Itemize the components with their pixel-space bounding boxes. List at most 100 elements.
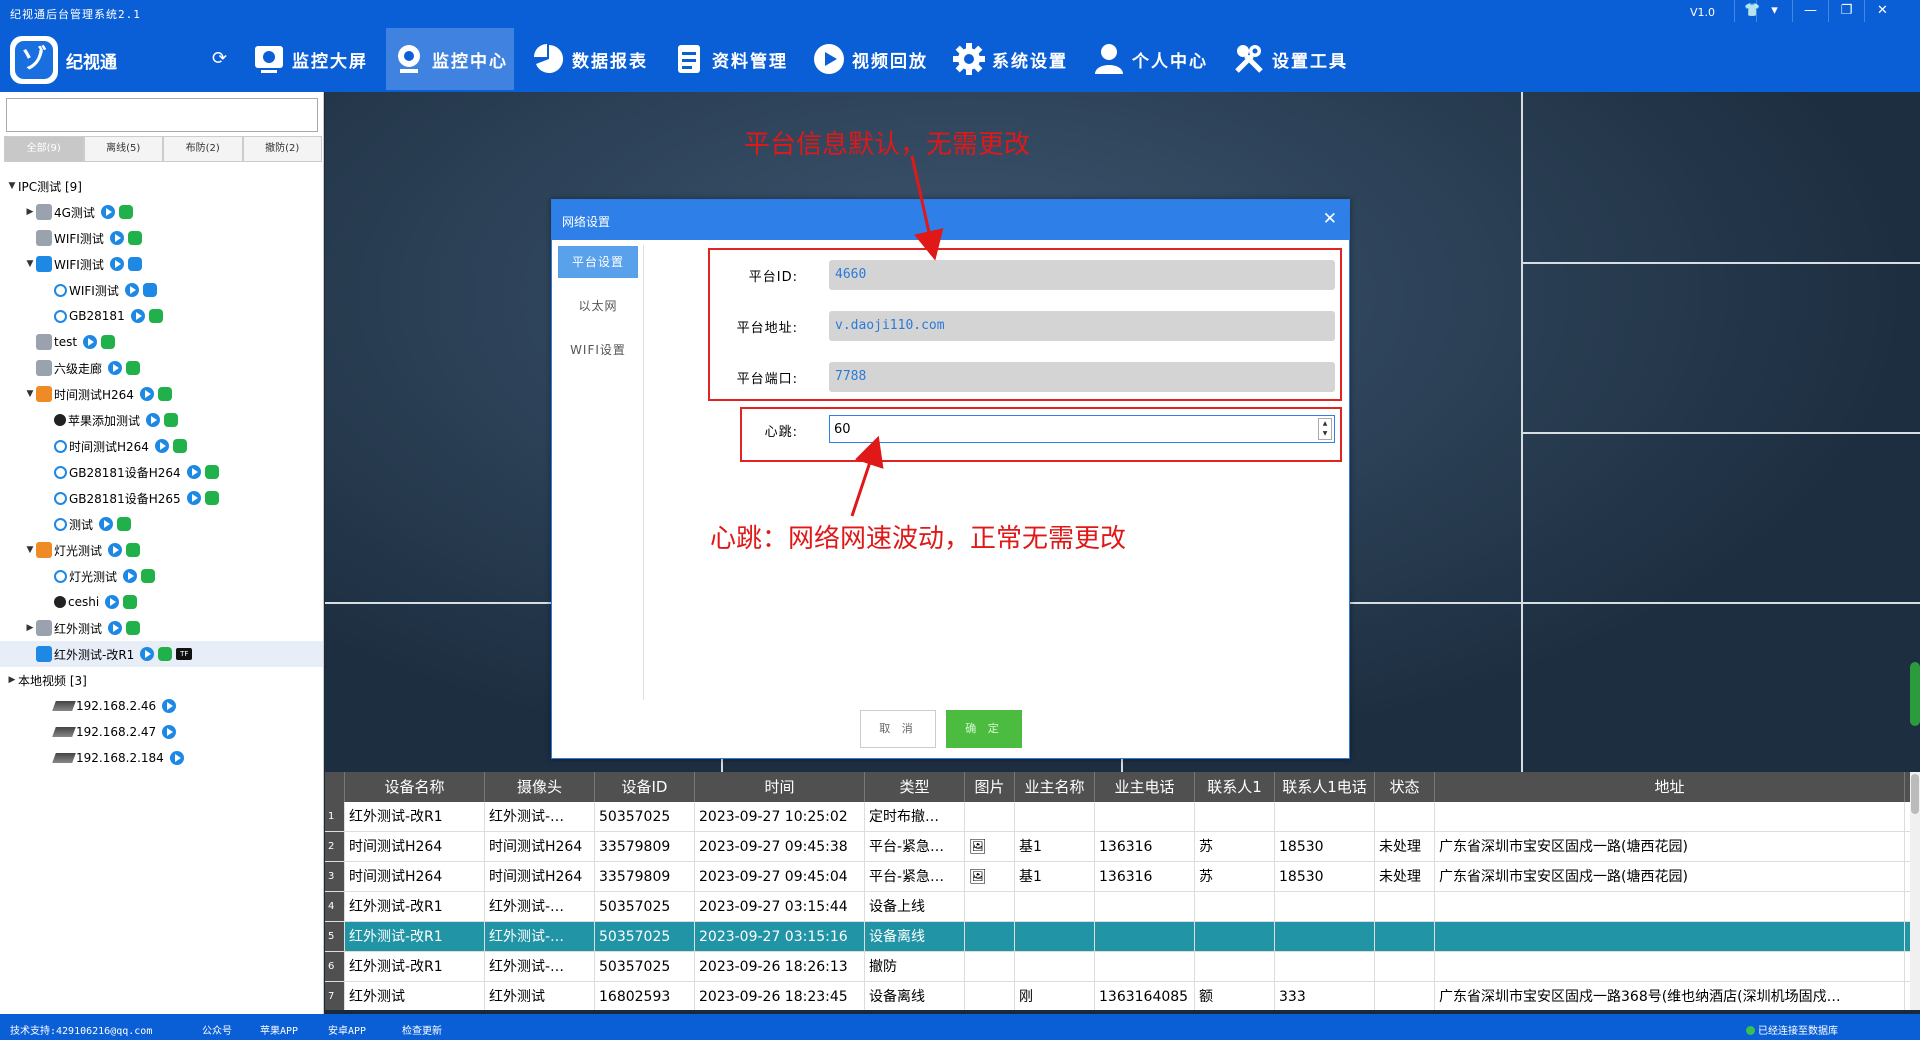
play-icon[interactable] <box>146 413 161 427</box>
table-row[interactable]: 4 红外测试-改R1 红外测试-… 50357025 2023-09-27 03:15:… <box>325 892 1910 922</box>
tree-device[interactable]: 苹果添加测试 <box>0 407 323 433</box>
tab-platform-settings[interactable]: 平台设置 <box>558 246 638 278</box>
play-icon[interactable] <box>124 283 139 297</box>
column-header[interactable]: 设备名称 <box>345 772 485 802</box>
maximize-button[interactable]: ❐ <box>1828 0 1864 22</box>
play-icon[interactable] <box>130 309 145 323</box>
tree-device[interactable]: ▼ 时间测试H264 <box>0 381 323 407</box>
spin-arrows-icon[interactable]: ▲ ▼ <box>1318 418 1332 440</box>
nav-pie-chart[interactable]: 数据报表 <box>526 28 654 90</box>
play-icon[interactable] <box>108 361 123 375</box>
tree-device[interactable]: ceshi <box>0 589 323 615</box>
refresh-icon[interactable]: ⟳ <box>212 48 227 69</box>
expand-arrow-icon[interactable]: ▼ <box>24 389 36 399</box>
platform-id-field[interactable]: 4660 <box>829 260 1335 290</box>
nav-user[interactable]: 个人中心 <box>1086 28 1214 90</box>
nav-play-circle[interactable]: 视频回放 <box>806 28 934 90</box>
play-icon[interactable] <box>162 699 177 713</box>
side-scroll-handle[interactable] <box>1910 662 1920 726</box>
tree-device[interactable]: 192.168.2.184 <box>0 745 323 771</box>
play-icon[interactable] <box>186 465 201 479</box>
expand-arrow-icon[interactable]: ▶ <box>24 207 36 217</box>
filter-tab[interactable]: 全部(9) <box>4 136 84 162</box>
ok-button[interactable]: 确 定 <box>946 710 1022 748</box>
play-icon[interactable] <box>109 257 124 271</box>
dropdown-icon[interactable]: ▾ <box>1756 0 1792 22</box>
expand-arrow-icon[interactable]: ▼ <box>6 181 18 191</box>
tree-device[interactable]: 192.168.2.47 <box>0 719 323 745</box>
tree-device[interactable]: 红外测试-改R1 TF <box>0 641 323 667</box>
tree-device[interactable]: GB28181设备H264 <box>0 459 323 485</box>
tree-device[interactable]: 六级走廊 <box>0 355 323 381</box>
tree-device[interactable]: WIFI测试 <box>0 225 323 251</box>
play-icon[interactable] <box>83 335 98 349</box>
link-wechat-account[interactable]: 公众号 <box>202 1022 232 1037</box>
tree-device[interactable]: ▼ 灯光测试 <box>0 537 323 563</box>
table-scrollbar[interactable] <box>1910 772 1920 1010</box>
tree-device[interactable]: 灯光测试 <box>0 563 323 589</box>
play-icon[interactable] <box>108 621 123 635</box>
play-icon[interactable] <box>100 205 115 219</box>
tree-device[interactable]: 192.168.2.46 <box>0 693 323 719</box>
tab-wifi-settings[interactable]: WIFI设置 <box>558 334 638 366</box>
expand-arrow-icon[interactable]: ▶ <box>6 675 18 685</box>
tree-device[interactable]: GB28181 <box>0 303 323 329</box>
table-row[interactable]: 1 红外测试-改R1 红外测试-… 50357025 2023-09-27 10:25:… <box>325 802 1910 832</box>
column-header[interactable]: 摄像头 <box>485 772 595 802</box>
play-icon[interactable] <box>140 647 155 661</box>
play-icon[interactable] <box>169 751 184 765</box>
table-row[interactable]: 5 红外测试-改R1 红外测试-… 50357025 2023-09-27 03:15:… <box>325 922 1910 952</box>
minimize-button[interactable]: — <box>1792 0 1828 22</box>
play-icon[interactable] <box>105 595 120 609</box>
play-icon[interactable] <box>154 439 169 453</box>
tree-device[interactable]: ▶ 红外测试 <box>0 615 323 641</box>
column-header[interactable]: 设备ID <box>595 772 695 802</box>
nav-tools[interactable]: 设置工具 <box>1226 28 1354 90</box>
platform-address-field[interactable]: v.daoji110.com <box>829 311 1335 341</box>
tree-device[interactable]: WIFI测试 <box>0 277 323 303</box>
filter-tab[interactable]: 撤防(2) <box>242 136 322 162</box>
tree-device[interactable]: GB28181设备H265 <box>0 485 323 511</box>
link-check-update[interactable]: 检查更新 <box>402 1022 442 1037</box>
cancel-button[interactable]: 取 消 <box>860 710 936 748</box>
play-icon[interactable] <box>139 387 154 401</box>
heartbeat-spinbox[interactable]: 60 ▲ ▼ <box>829 415 1335 443</box>
column-header[interactable]: 业主电话 <box>1095 772 1195 802</box>
table-row[interactable]: 3 时间测试H264 时间测试H264 33579809 2023-09-27 09:4… <box>325 862 1910 892</box>
expand-arrow-icon[interactable]: ▶ <box>24 623 36 633</box>
expand-arrow-icon[interactable]: ▼ <box>24 259 36 269</box>
table-row[interactable]: 6 红外测试-改R1 红外测试-… 50357025 2023-09-26 18:26:… <box>325 952 1910 982</box>
column-header[interactable]: 地址 <box>1435 772 1905 802</box>
nav-gear[interactable]: 系统设置 <box>946 28 1074 90</box>
tree-device[interactable]: 测试 <box>0 511 323 537</box>
tree-device[interactable]: test <box>0 329 323 355</box>
column-header[interactable]: 类型 <box>865 772 965 802</box>
column-header[interactable]: 图片 <box>965 772 1015 802</box>
nav-camera[interactable]: 监控中心 <box>386 28 514 90</box>
tree-device[interactable]: ▶ 4G测试 <box>0 199 323 225</box>
filter-tab[interactable]: 离线(5) <box>83 136 163 162</box>
play-icon[interactable] <box>108 543 123 557</box>
table-row[interactable]: 7 红外测试 红外测试 16802593 2023-09-26 18:23:45 设备离线… <box>325 982 1910 1010</box>
tree-device[interactable]: ▼ WIFI测试 <box>0 251 323 277</box>
nav-monitor[interactable]: 监控大屏 <box>246 28 374 90</box>
link-ios-app[interactable]: 苹果APP <box>260 1022 298 1037</box>
column-header[interactable]: 联系人1电话 <box>1275 772 1375 802</box>
tree-group[interactable]: ▶ 本地视频 [3] <box>0 667 323 693</box>
close-window-button[interactable]: ✕ <box>1864 0 1900 22</box>
play-icon[interactable] <box>109 231 124 245</box>
table-row[interactable]: 2 时间测试H264 时间测试H264 33579809 2023-09-27 09:4… <box>325 832 1910 862</box>
column-header[interactable]: 业主名称 <box>1015 772 1095 802</box>
tab-ethernet[interactable]: 以太网 <box>558 290 638 322</box>
tree-device[interactable]: 时间测试H264 <box>0 433 323 459</box>
column-header[interactable]: 时间 <box>695 772 865 802</box>
filter-tab[interactable]: 布防(2) <box>163 136 243 162</box>
column-header[interactable]: 状态 <box>1375 772 1435 802</box>
play-icon[interactable] <box>186 491 201 505</box>
nav-document[interactable]: 资料管理 <box>666 28 794 90</box>
play-icon[interactable] <box>162 725 177 739</box>
tree-group[interactable]: ▼ IPC测试 [9] <box>0 173 323 199</box>
link-android-app[interactable]: 安卓APP <box>328 1022 366 1037</box>
expand-arrow-icon[interactable]: ▼ <box>24 545 36 555</box>
play-icon[interactable] <box>123 569 138 583</box>
